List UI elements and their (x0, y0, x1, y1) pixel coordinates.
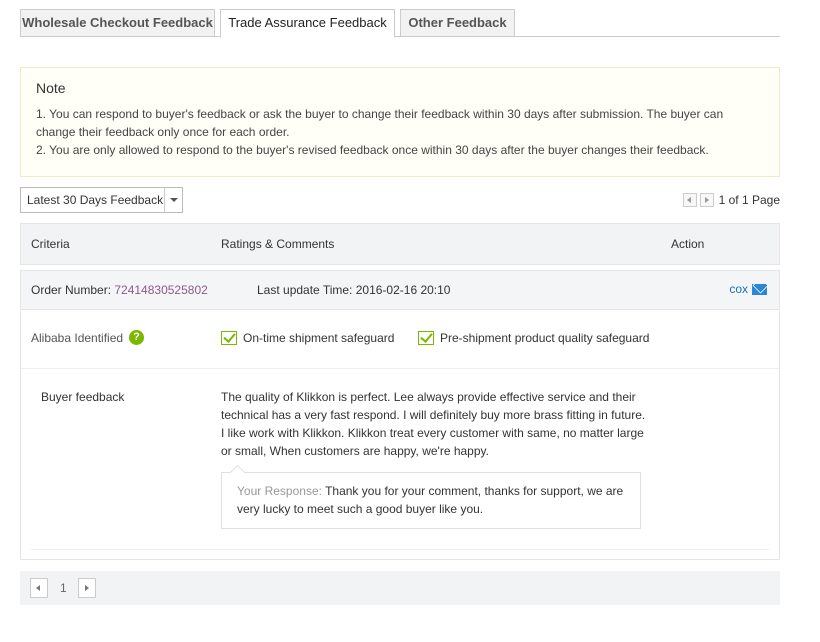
tab-other-feedback[interactable]: Other Feedback (400, 9, 515, 37)
pager-top: 1 of 1 Page (682, 192, 780, 208)
column-criteria: Criteria (31, 237, 70, 251)
last-update-label: Last update Time: (257, 283, 356, 297)
feedback-period-select[interactable]: Latest 30 Days Feedback (20, 187, 183, 213)
seller-response: Your Response: Thank you for your commen… (221, 472, 641, 529)
safeguard-on-time-shipment: On-time shipment safeguard (221, 331, 394, 345)
order-number-label: Order Number: (31, 283, 115, 297)
order-row: Order Number: 72414830525802 Last update… (21, 271, 779, 310)
prev-page-icon[interactable] (682, 193, 697, 207)
column-ratings-comments: Ratings & Comments (221, 237, 335, 251)
next-page-icon[interactable] (78, 578, 96, 598)
note-title: Note (36, 80, 66, 96)
contact-buyer-link[interactable]: cox (729, 282, 767, 296)
check-icon (418, 331, 434, 345)
next-page-icon[interactable] (699, 193, 714, 207)
tab-trade-assurance-feedback[interactable]: Trade Assurance Feedback (220, 9, 395, 38)
identified-row: Alibaba Identified ? On-time shipment sa… (21, 311, 779, 369)
check-icon (221, 331, 237, 345)
note-line-2: 2. You are only allowed to respond to th… (36, 143, 709, 157)
alibaba-identified-label: Alibaba Identified (31, 331, 124, 345)
page-number-current[interactable]: 1 (60, 581, 67, 595)
safeguard-label: On-time shipment safeguard (243, 331, 395, 345)
last-update-value: 2016-02-16 20:10 (355, 283, 451, 297)
buyer-name[interactable]: cox (729, 282, 748, 296)
note-line-1: 1. You can respond to buyer's feedback o… (36, 107, 724, 139)
help-icon[interactable]: ? (129, 330, 144, 345)
buyer-feedback-text: The quality of Klikkon is perfect. Lee a… (221, 390, 646, 458)
order-number-link[interactable]: 72414830525802 (114, 283, 207, 297)
column-action: Action (671, 237, 705, 251)
tab-wholesale-checkout-feedback[interactable]: Wholesale Checkout Feedback (20, 9, 215, 37)
note-box: Note 1. You can respond to buyer's feedb… (20, 67, 780, 177)
last-update-time: Last update Time: 2016-02-16 20:10 (257, 283, 450, 297)
response-label: Your Response: (237, 484, 326, 498)
order-number: Order Number: 72414830525802 (31, 283, 208, 297)
pager-bottom: 1 (20, 571, 780, 605)
mail-icon[interactable] (752, 283, 767, 295)
feedback-period-selected: Latest 30 Days Feedback (27, 193, 164, 207)
page-count: 1 of 1 Page (718, 193, 780, 207)
table-header: Criteria Ratings & Comments Action (20, 223, 780, 265)
feedback-tabs: Wholesale Checkout Feedback Trade Assura… (20, 9, 780, 38)
buyer-feedback-label: Buyer feedback (41, 390, 125, 404)
divider (31, 549, 769, 550)
safeguard-label: Pre-shipment product quality safeguard (440, 331, 650, 345)
safeguard-pre-shipment-quality: Pre-shipment product quality safeguard (418, 331, 649, 345)
feedback-entry: Order Number: 72414830525802 Last update… (20, 270, 780, 560)
chevron-down-icon[interactable] (164, 188, 182, 212)
prev-page-icon[interactable] (30, 578, 48, 598)
